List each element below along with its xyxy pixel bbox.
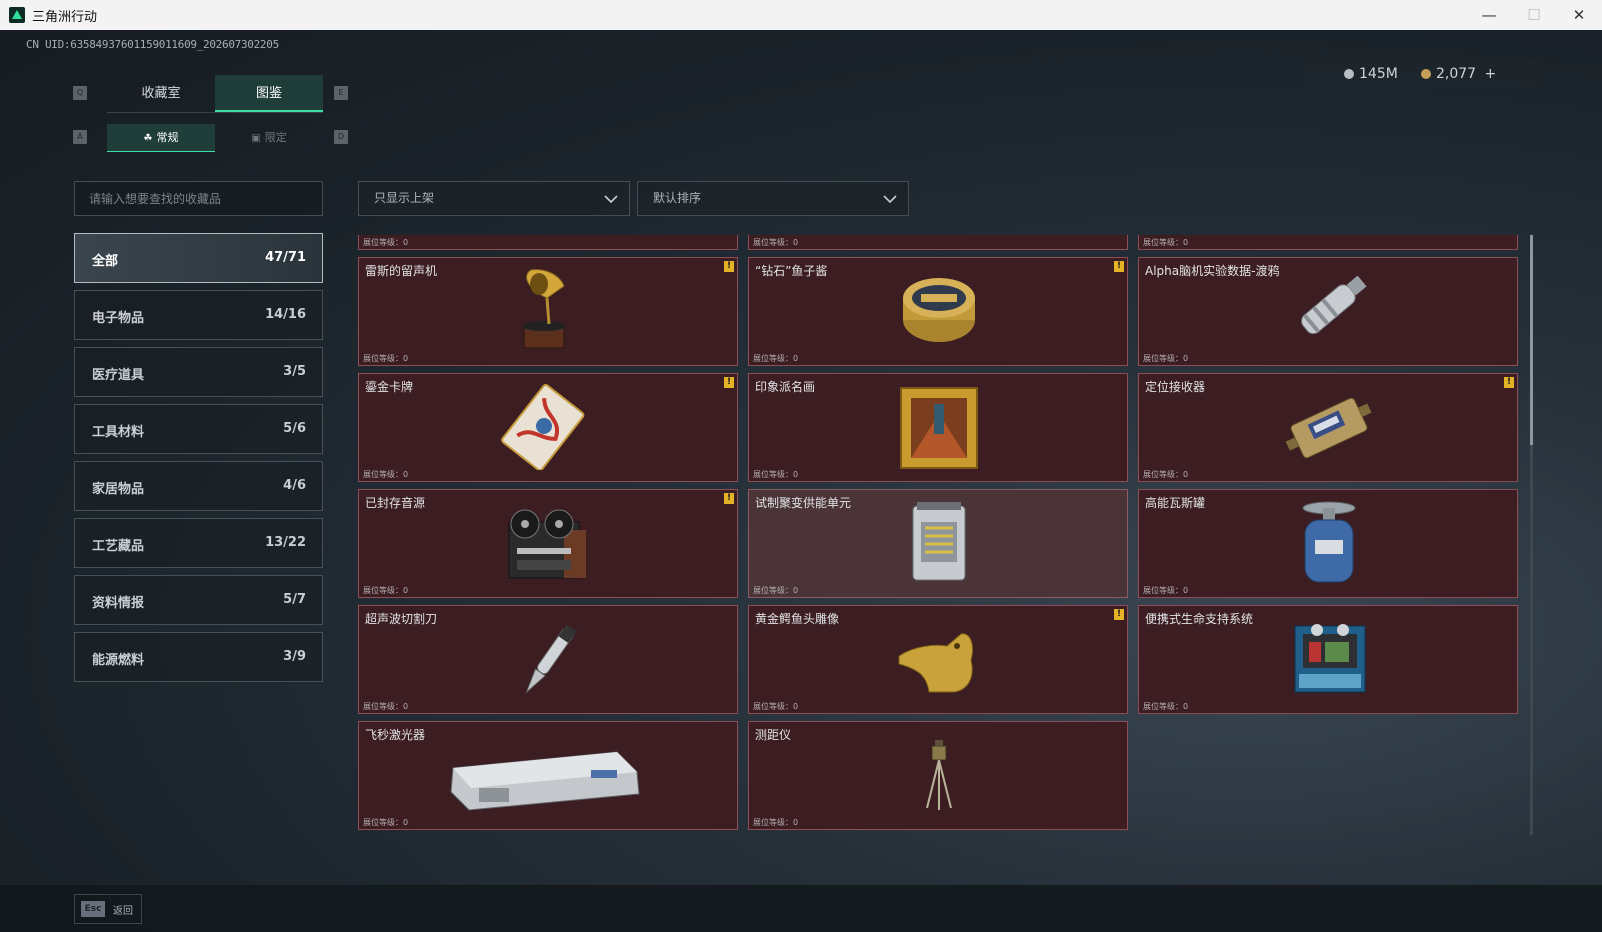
back-button[interactable]: Esc 返回: [74, 894, 142, 924]
category-crafts[interactable]: 工艺藏品 13/22: [74, 518, 323, 568]
add-currency-button[interactable]: +: [1485, 66, 1497, 82]
close-window-button[interactable]: ✕: [1556, 0, 1602, 30]
scrollbar-thumb[interactable]: [1530, 235, 1533, 445]
key-hint-e: E: [334, 86, 348, 100]
reel-recorder-icon: [508, 509, 586, 579]
caviar-tin-icon: [903, 278, 975, 342]
key-hint-d: D: [334, 130, 348, 144]
locator-receiver-icon: [1285, 397, 1372, 459]
silver-currency: 145M: [1344, 66, 1398, 82]
fusion-cell-icon: [912, 502, 966, 581]
rangefinder-tripod-icon: [926, 740, 952, 810]
item-card-sealed-audio[interactable]: 已封存音源 ! 展位等级：0: [358, 489, 738, 598]
main-tabs: 收藏室 图鉴: [107, 75, 323, 112]
tabs-divider: [107, 112, 323, 113]
gas-canister-icon: [1302, 501, 1356, 583]
category-energy[interactable]: 能源燃料 3/9: [74, 632, 323, 682]
player-uid: CN UID:6358493760115901160​9_20260730220…: [26, 38, 279, 51]
femtosecond-laser-icon: [450, 751, 640, 811]
item-card-life-support[interactable]: 便携式生命支持系统 展位等级：0: [1138, 605, 1518, 714]
category-electronics[interactable]: 电子物品 14/16: [74, 290, 323, 340]
chevron-down-icon: [604, 195, 618, 204]
subtab-normal[interactable]: ☘ 常规: [107, 124, 215, 152]
item-card-caviar[interactable]: “钻石”鱼子酱 ! 展位等级：0: [748, 257, 1128, 366]
item-card-gramophone[interactable]: 雷斯的留声机 ! 展位等级：0: [358, 257, 738, 366]
category-tools[interactable]: 工具材料 5/6: [74, 404, 323, 454]
flame-icon: ☘: [143, 133, 153, 144]
item-card-locator-receiver[interactable]: 定位接收器 ! 展位等级：0: [1138, 373, 1518, 482]
item-card-partial[interactable]: 展位等级：0: [1138, 235, 1518, 250]
bottom-bar: [0, 885, 1602, 932]
window-title-bar: 三角洲行动 — ☐ ✕: [0, 0, 1602, 30]
category-medical[interactable]: 医疗道具 3/5: [74, 347, 323, 397]
gilded-card-icon: [501, 384, 585, 470]
back-label: 返回: [113, 906, 133, 917]
silver-coin-icon: [1344, 69, 1354, 79]
minimize-button[interactable]: —: [1466, 0, 1512, 30]
subtab-limited[interactable]: ▣ 限定: [215, 124, 323, 152]
item-card-femtosecond-laser[interactable]: 飞秒激光器 展位等级：0: [358, 721, 738, 830]
sort-dropdown[interactable]: 默认排序: [637, 181, 909, 216]
esc-key-hint: Esc: [81, 901, 105, 917]
item-card-gas-canister[interactable]: 高能瓦斯罐 展位等级：0: [1138, 489, 1518, 598]
search-input[interactable]: [75, 182, 322, 215]
search-box: [74, 181, 323, 216]
data-canister-icon: [1301, 275, 1367, 335]
item-card-ultrasonic-cutter[interactable]: 超声波切割刀 展位等级：0: [358, 605, 738, 714]
item-card-painting[interactable]: 印象派名画 展位等级：0: [748, 373, 1128, 482]
item-card-gilded-card[interactable]: 鎏金卡牌 ! 展位等级：0: [358, 373, 738, 482]
grid-scrollbar[interactable]: [1530, 235, 1533, 835]
maximize-button[interactable]: ☐: [1511, 0, 1557, 30]
item-card-fusion-unit[interactable]: 试制聚变供能单元 展位等级：0: [748, 489, 1128, 598]
item-card-gold-crocodile[interactable]: 黄金鳄鱼头雕像 ! 展位等级：0: [748, 605, 1128, 714]
item-grid: 展位等级：0 展位等级：0 展位等级：0 雷斯的留声机 ! 展位等级：0 “钻石…: [358, 235, 1528, 875]
currency-panel: 145M 2,077 +: [1304, 62, 1538, 88]
gold-coin-icon: [1421, 69, 1431, 79]
key-hint-q: Q: [73, 86, 87, 100]
app-logo-icon: [9, 7, 25, 23]
life-support-icon: [1294, 624, 1366, 693]
key-hint-a: A: [73, 130, 87, 144]
gold-currency: 2,077 +: [1421, 66, 1496, 82]
category-all[interactable]: 全部 47/71: [74, 233, 323, 283]
tab-collection-room[interactable]: 收藏室: [107, 75, 215, 112]
item-card-partial[interactable]: 展位等级：0: [358, 235, 738, 250]
item-card-rangefinder[interactable]: 测距仪 展位等级：0: [748, 721, 1128, 830]
framed-painting-icon: [900, 387, 978, 469]
chevron-down-icon: [883, 195, 897, 204]
category-intel[interactable]: 资料情报 5/7: [74, 575, 323, 625]
gold-crocodile-icon: [898, 633, 974, 693]
image-icon: ▣: [251, 133, 261, 144]
gramophone-icon: [522, 269, 566, 349]
tab-catalog[interactable]: 图鉴: [215, 75, 323, 112]
sub-tabs: ☘ 常规 ▣ 限定: [107, 124, 323, 152]
ultrasonic-knife-icon: [525, 624, 577, 694]
game-viewport: CN UID:6358493760115901160​9_20260730220…: [0, 30, 1602, 932]
window-title: 三角洲行动: [32, 10, 98, 25]
category-household[interactable]: 家居物品 4/6: [74, 461, 323, 511]
item-card-alpha-data[interactable]: Alpha脑机实验数据-渡鸦 展位等级：0: [1138, 257, 1518, 366]
item-card-partial[interactable]: 展位等级：0: [748, 235, 1128, 250]
shelf-filter-dropdown[interactable]: 只显示上架: [358, 181, 630, 216]
